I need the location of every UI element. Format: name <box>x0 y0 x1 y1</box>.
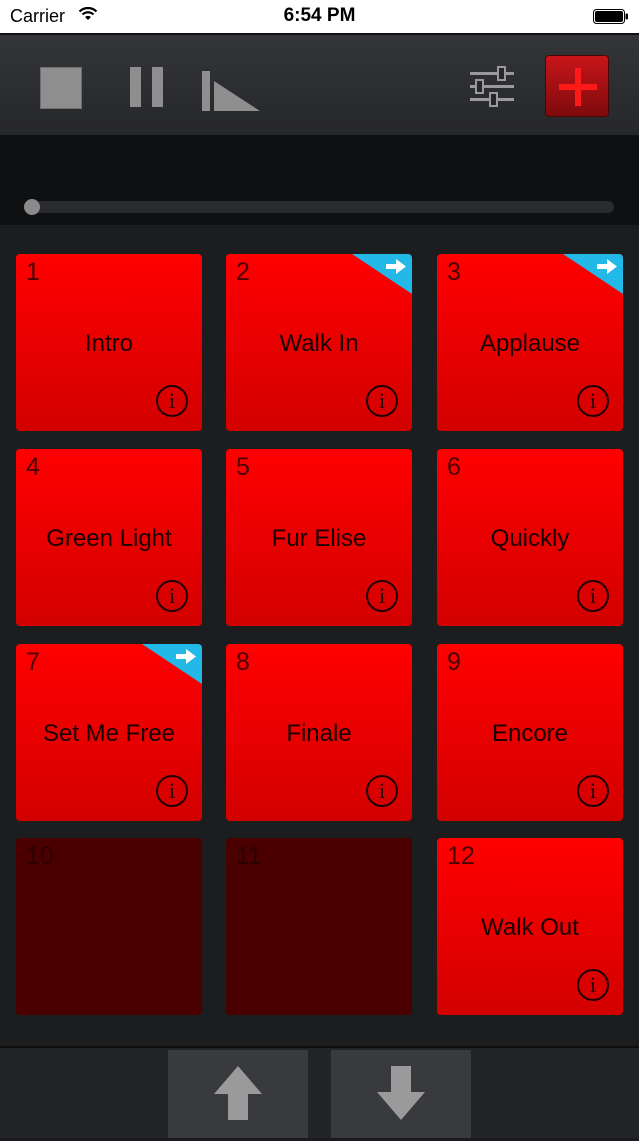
pad-10[interactable]: 10 <box>16 838 202 1015</box>
pad-2[interactable]: 2 Walk In i <box>226 254 412 431</box>
pad-number: 7 <box>26 648 40 676</box>
pad-number: 4 <box>26 453 40 481</box>
info-icon[interactable]: i <box>156 385 188 417</box>
link-arrow-icon <box>352 254 412 294</box>
link-arrow-icon <box>142 644 202 684</box>
scroll-down-button[interactable] <box>331 1050 471 1138</box>
pad-number: 6 <box>447 453 461 481</box>
arrow-down-icon <box>377 1066 425 1120</box>
pad-number: 1 <box>26 258 40 286</box>
info-icon[interactable]: i <box>577 580 609 612</box>
pad-label: Encore <box>491 720 569 747</box>
pad-grid: 1 Intro i 2 Walk In i 3 Applause i 4 Green Light i 5… <box>0 228 639 1046</box>
pad-7[interactable]: 7 Set Me Free i <box>16 644 202 821</box>
pad-12[interactable]: 12 Walk Out i <box>437 838 623 1015</box>
pad-label: Quickly <box>490 525 570 552</box>
fade-out-icon <box>202 71 260 111</box>
pad-number: 3 <box>447 258 461 286</box>
playback-area <box>0 135 639 225</box>
pad-number: 2 <box>236 258 250 286</box>
pad-11[interactable]: 11 <box>226 838 412 1015</box>
settings-button[interactable] <box>468 65 516 109</box>
pad-label: Walk In <box>279 330 359 357</box>
info-icon[interactable]: i <box>577 385 609 417</box>
pad-4[interactable]: 4 Green Light i <box>16 449 202 626</box>
info-icon[interactable]: i <box>366 385 398 417</box>
stop-button[interactable] <box>40 67 82 109</box>
pad-9[interactable]: 9 Encore i <box>437 644 623 821</box>
pad-6[interactable]: 6 Quickly i <box>437 449 623 626</box>
scroll-up-button[interactable] <box>168 1050 308 1138</box>
bottom-bar <box>0 1046 639 1138</box>
pad-number: 8 <box>236 648 250 676</box>
info-icon[interactable]: i <box>366 580 398 612</box>
status-time: 6:54 PM <box>283 5 356 26</box>
pad-1[interactable]: 1 Intro i <box>16 254 202 431</box>
pad-label: Applause <box>479 330 581 357</box>
pad-8[interactable]: 8 Finale i <box>226 644 412 821</box>
pad-label: Set Me Free <box>42 720 176 747</box>
progress-track[interactable] <box>26 201 614 213</box>
progress-thumb[interactable] <box>24 199 40 215</box>
settings-sliders-icon <box>470 66 514 107</box>
transport-toolbar <box>0 33 639 137</box>
info-icon[interactable]: i <box>577 969 609 1001</box>
info-icon[interactable]: i <box>577 775 609 807</box>
link-arrow-icon <box>563 254 623 294</box>
pad-number: 5 <box>236 453 250 481</box>
info-icon[interactable]: i <box>156 580 188 612</box>
status-bar: Carrier 6:54 PM <box>0 0 639 33</box>
stop-icon <box>40 67 82 109</box>
pad-label: Walk Out <box>481 914 579 941</box>
pad-number: 9 <box>447 648 461 676</box>
pad-label: Intro <box>84 330 134 357</box>
pad-number: 10 <box>26 842 54 870</box>
battery-icon <box>593 9 629 24</box>
pause-button[interactable] <box>130 67 164 109</box>
arrow-up-icon <box>214 1066 262 1120</box>
pad-3[interactable]: 3 Applause i <box>437 254 623 431</box>
info-icon[interactable]: i <box>156 775 188 807</box>
fade-out-button[interactable] <box>200 65 262 111</box>
pad-label: Finale <box>286 720 352 747</box>
pad-5[interactable]: 5 Fur Elise i <box>226 449 412 626</box>
pad-label: Green Light <box>46 525 172 552</box>
plus-icon <box>559 68 597 106</box>
pad-label: Fur Elise <box>271 525 367 552</box>
pad-number: 12 <box>447 842 475 870</box>
add-button[interactable] <box>545 55 609 117</box>
pad-number: 11 <box>236 842 262 870</box>
info-icon[interactable]: i <box>366 775 398 807</box>
